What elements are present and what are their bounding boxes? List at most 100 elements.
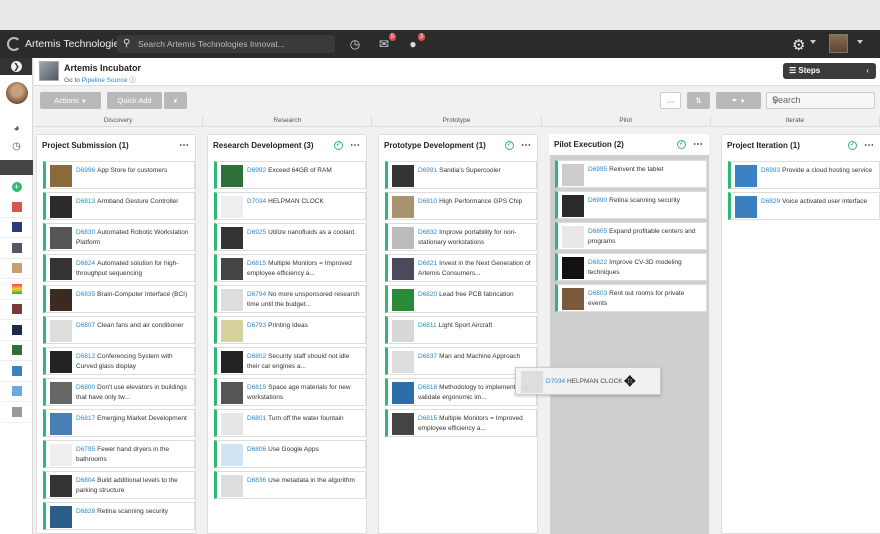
card[interactable]: D6925 Utilize nanofluids as a coolant.	[214, 223, 366, 251]
card-id[interactable]: D6813	[76, 198, 95, 205]
steps-button[interactable]: ☰ Steps ‹	[783, 63, 876, 79]
card[interactable]: D6815 Multiple Monitors = Improved employ…	[214, 254, 366, 282]
card[interactable]: D6810 High Performance GPS Chip	[385, 192, 537, 220]
card[interactable]: D6992 Exceed 64GB of RAM	[214, 161, 366, 189]
card[interactable]: D6817 Emerging Market Development	[43, 409, 195, 437]
sort-button[interactable]: ⇅	[687, 92, 710, 109]
card-id[interactable]: D6837	[418, 353, 437, 360]
card-id[interactable]: D7034	[247, 198, 266, 205]
card-id[interactable]: D6807	[76, 322, 95, 329]
card[interactable]: D6830 Automated Robotic Workstation Platf…	[43, 223, 195, 251]
card[interactable]: D6801 Turn off the water fountain	[214, 409, 366, 437]
settings-gear-icon[interactable]: ⚙	[792, 36, 805, 54]
card-id[interactable]: D6815	[247, 260, 266, 267]
card[interactable]: D6812 Conferencing System with Curved gla…	[43, 347, 195, 375]
brand-logo[interactable]: Artemis Technologies	[7, 37, 125, 51]
user-avatar[interactable]	[829, 34, 848, 53]
card-id[interactable]: D6801	[247, 415, 266, 422]
settings-chevron-down-icon[interactable]	[810, 40, 816, 44]
card[interactable]: D6829 Voice activated user interface	[728, 192, 880, 220]
card-id[interactable]: D6925	[247, 229, 266, 236]
sidebar-app-6-icon[interactable]	[0, 300, 33, 320]
sidebar-app-2-icon[interactable]	[0, 218, 33, 238]
card-id[interactable]: D6805	[588, 228, 607, 235]
card-id[interactable]: D6806	[247, 446, 266, 453]
user-menu-chevron-down-icon[interactable]	[857, 40, 863, 44]
card-id[interactable]: D6992	[247, 167, 266, 174]
quick-add-dropdown[interactable]: ▼	[164, 92, 187, 109]
card-id[interactable]: D6793	[247, 322, 266, 329]
card-id[interactable]: D6800	[76, 384, 95, 391]
card-id[interactable]: D6991	[418, 167, 437, 174]
sidebar-app-5-icon[interactable]	[0, 279, 33, 300]
card-id[interactable]: D6990	[588, 197, 607, 204]
card[interactable]: D6821 Invest in the Next Generation of Ar…	[385, 254, 537, 282]
info-icon[interactable]: ⓘ	[129, 77, 136, 84]
column-more-icon[interactable]: ⋯	[693, 134, 703, 155]
card[interactable]: D6990 Retina scanning security	[555, 191, 707, 219]
sidebar-avatar[interactable]	[6, 82, 28, 104]
card-id[interactable]: D6818	[418, 384, 437, 391]
clock-icon[interactable]: ◷	[348, 37, 362, 51]
card[interactable]: D6828 Retina scanning security	[43, 502, 195, 530]
board-search-input[interactable]: ⚲ Search	[766, 92, 875, 109]
card[interactable]: D6820 Lead free PCB fabrication	[385, 285, 537, 313]
column-more-icon[interactable]: ⋯	[864, 135, 874, 156]
card-id[interactable]: D6815	[418, 415, 437, 422]
card[interactable]: D6815 Multiple Monitors = Improved employ…	[385, 409, 537, 437]
card-id[interactable]: D6795	[76, 446, 95, 453]
card-id[interactable]: D6817	[76, 415, 95, 422]
card[interactable]: D6813 Armband Gesture Controller	[43, 192, 195, 220]
card[interactable]: D7034 HELPMAN CLOCK	[214, 192, 366, 220]
card[interactable]: D6793 Printing Ideas	[214, 316, 366, 344]
card[interactable]: D6836 Use metadata in the algorithm	[214, 471, 366, 499]
card[interactable]: D6807 Clean fans and air conditioner	[43, 316, 195, 344]
more-options-button[interactable]: ⋯	[660, 92, 681, 109]
column-more-icon[interactable]: ⋯	[350, 135, 360, 156]
card-id[interactable]: D6804	[76, 477, 95, 484]
card-id[interactable]: D6812	[76, 353, 95, 360]
sidebar-app-1-icon[interactable]	[0, 197, 33, 218]
card-id[interactable]: D6995	[588, 166, 607, 173]
card-id[interactable]: D6822	[588, 259, 607, 266]
card[interactable]: D6800 Don't use elevators in buildings th…	[43, 378, 195, 406]
card-id[interactable]: D6832	[418, 229, 437, 236]
card-id[interactable]: D6829	[761, 198, 780, 205]
filter-button[interactable]: ⏷ ▼	[716, 92, 761, 109]
quick-add-button[interactable]: Quick Add	[107, 92, 162, 109]
pipeline-source-link[interactable]: Pipeline Source	[82, 77, 128, 84]
card-id[interactable]: D6835	[76, 291, 95, 298]
card[interactable]: D6996 App Store for customers	[43, 161, 195, 189]
card-id[interactable]: D6810	[418, 198, 437, 205]
notifications-icon[interactable]: ● 3	[406, 33, 425, 51]
card[interactable]: D6819 Space age materials for new worksta…	[214, 378, 366, 406]
column-more-icon[interactable]: ⋯	[179, 135, 189, 156]
dragging-card[interactable]: D7034 HELPMAN CLOCK	[515, 367, 661, 395]
card-id[interactable]: D6802	[247, 353, 266, 360]
card-id[interactable]: D6821	[418, 260, 437, 267]
card[interactable]: D6822 Improve CV-3D modeling techniques	[555, 253, 707, 281]
actions-button[interactable]: Actions ▼	[40, 92, 101, 109]
card[interactable]: D6805 Expand profitable centers and progr…	[555, 222, 707, 250]
card[interactable]: D6811 Light Sport Aircraft	[385, 316, 537, 344]
card[interactable]: D6995 Reinvent the tablet	[555, 160, 707, 188]
card[interactable]: D6824 Automated solution for high-through…	[43, 254, 195, 282]
card[interactable]: D6991 Sandia's Supercooler	[385, 161, 537, 189]
sidebar-app-9-icon[interactable]	[0, 361, 33, 382]
global-search-input[interactable]: ⚲ Search Artemis Technologies Innovat...	[117, 35, 335, 53]
card[interactable]: D6804 Build additional levels to the park…	[43, 471, 195, 499]
card-id[interactable]: D6836	[247, 477, 266, 484]
add-icon[interactable]: +	[0, 179, 33, 197]
sidebar-toggle[interactable]: ❯	[0, 58, 32, 75]
card[interactable]: D6993 Provide a cloud hosting service	[728, 161, 880, 189]
dashboard-icon[interactable]: ◕	[0, 120, 33, 138]
sidebar-app-7-icon[interactable]	[0, 320, 33, 341]
sidebar-app-3-icon[interactable]	[0, 238, 33, 259]
card[interactable]: D6795 Fewer hand dryers in the bathrooms	[43, 440, 195, 468]
history-icon[interactable]: ◷	[0, 138, 33, 156]
card-id[interactable]: D6819	[247, 384, 266, 391]
card-id[interactable]: D6811	[418, 322, 437, 329]
card-id[interactable]: D6820	[418, 291, 437, 298]
card-id[interactable]: D6824	[76, 260, 95, 267]
card-id[interactable]: D6830	[76, 229, 95, 236]
